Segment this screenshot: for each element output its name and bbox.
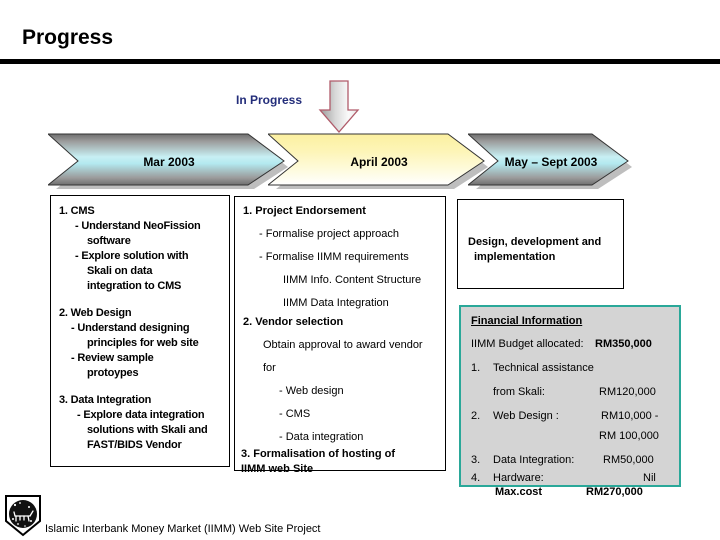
financial-row-num: 2. bbox=[471, 410, 481, 422]
timeline-phase-may-sept[interactable]: May – Sept 2003 bbox=[468, 133, 634, 190]
budget-value: RM350,000 bbox=[595, 338, 652, 350]
list-item: - Data integration bbox=[279, 431, 364, 443]
financial-row-label: Technical assistance bbox=[493, 362, 594, 374]
list-item: 1. CMS bbox=[59, 205, 95, 217]
financial-row-num: 4. bbox=[471, 472, 481, 484]
financial-row-value: RM120,000 bbox=[599, 386, 656, 398]
list-item: IIMM Data Integration bbox=[283, 297, 389, 309]
list-item: - Formalise project approach bbox=[259, 228, 400, 240]
list-item: - Formalise IIMM requirements bbox=[259, 251, 409, 263]
page-title: Progress bbox=[22, 26, 114, 49]
max-cost-label: Max.cost bbox=[495, 486, 543, 498]
deliverables-box-may-sept: Design, development and implementation bbox=[457, 199, 624, 289]
financial-row-label: from Skali: bbox=[493, 386, 545, 398]
list-item: 1. Project Endorsement bbox=[243, 205, 366, 217]
title-divider bbox=[0, 59, 720, 64]
footer-label: Islamic Interbank Money Market (IIMM) We… bbox=[45, 523, 321, 535]
financial-information-panel: Financial Information IIMM Budget alloca… bbox=[459, 305, 681, 487]
list-item: Obtain approval to award vendor bbox=[263, 339, 423, 351]
list-item: principles for web site bbox=[87, 337, 199, 349]
list-item: - CMS bbox=[279, 408, 311, 420]
list-item: IIMM web Site bbox=[241, 463, 314, 475]
list-item: Design, development and bbox=[468, 236, 602, 248]
list-item: Skali on data bbox=[87, 265, 153, 277]
list-item: 2. Vendor selection bbox=[243, 316, 344, 328]
list-item: solutions with Skali and bbox=[87, 424, 208, 436]
financial-row-num: 1. bbox=[471, 362, 481, 374]
timeline-phase-mar[interactable]: Mar 2003 bbox=[48, 133, 290, 190]
organization-logo-icon bbox=[4, 495, 42, 537]
list-item: for bbox=[263, 362, 276, 374]
max-cost-value: RM270,000 bbox=[586, 486, 643, 498]
down-arrow-icon bbox=[318, 80, 360, 134]
financial-row-label: Hardware: bbox=[493, 472, 544, 484]
deliverables-box-april: 1. Project Endorsement - Formalise proje… bbox=[234, 196, 446, 475]
financial-row-value: Nil bbox=[643, 472, 656, 484]
timeline-phase-april[interactable]: April 2003 bbox=[268, 133, 490, 190]
list-item: integration to CMS bbox=[87, 280, 182, 292]
list-item: - Understand NeoFission bbox=[75, 220, 201, 232]
deliverables-box-mar: 1. CMS - Understand NeoFission software … bbox=[50, 195, 230, 467]
list-item: - Understand designing bbox=[71, 322, 190, 334]
list-item: 3. Formalisation of hosting of bbox=[241, 448, 395, 460]
list-item: FAST/BIDS Vendor bbox=[87, 439, 182, 451]
financial-row-num: 3. bbox=[471, 454, 481, 466]
financial-row-label: Web Design : bbox=[493, 410, 559, 422]
list-item: - Web design bbox=[279, 385, 344, 397]
list-item: - Review sample bbox=[71, 352, 154, 364]
list-item: 3. Data Integration bbox=[59, 394, 152, 406]
budget-label: IIMM Budget allocated: bbox=[471, 338, 584, 350]
list-item: implementation bbox=[474, 251, 556, 263]
list-item: 2. Web Design bbox=[59, 307, 132, 319]
financial-row-value: RM50,000 bbox=[603, 454, 654, 466]
list-item: - Explore data integration bbox=[77, 409, 205, 421]
list-item: software bbox=[87, 235, 131, 247]
list-item: - Explore solution with bbox=[75, 250, 189, 262]
financial-row-label: Data Integration: bbox=[493, 454, 575, 466]
list-item: protoypes bbox=[87, 367, 139, 379]
in-progress-label: In Progress bbox=[236, 93, 303, 107]
financial-row-value: RM 100,000 bbox=[599, 430, 659, 442]
slide-canvas: Progress In Progress Mar 2003 April 2003… bbox=[0, 0, 720, 540]
financial-row-value: RM10,000 - bbox=[601, 410, 659, 422]
list-item: IIMM Info. Content Structure bbox=[283, 274, 422, 286]
financial-heading: Financial Information bbox=[471, 315, 583, 327]
